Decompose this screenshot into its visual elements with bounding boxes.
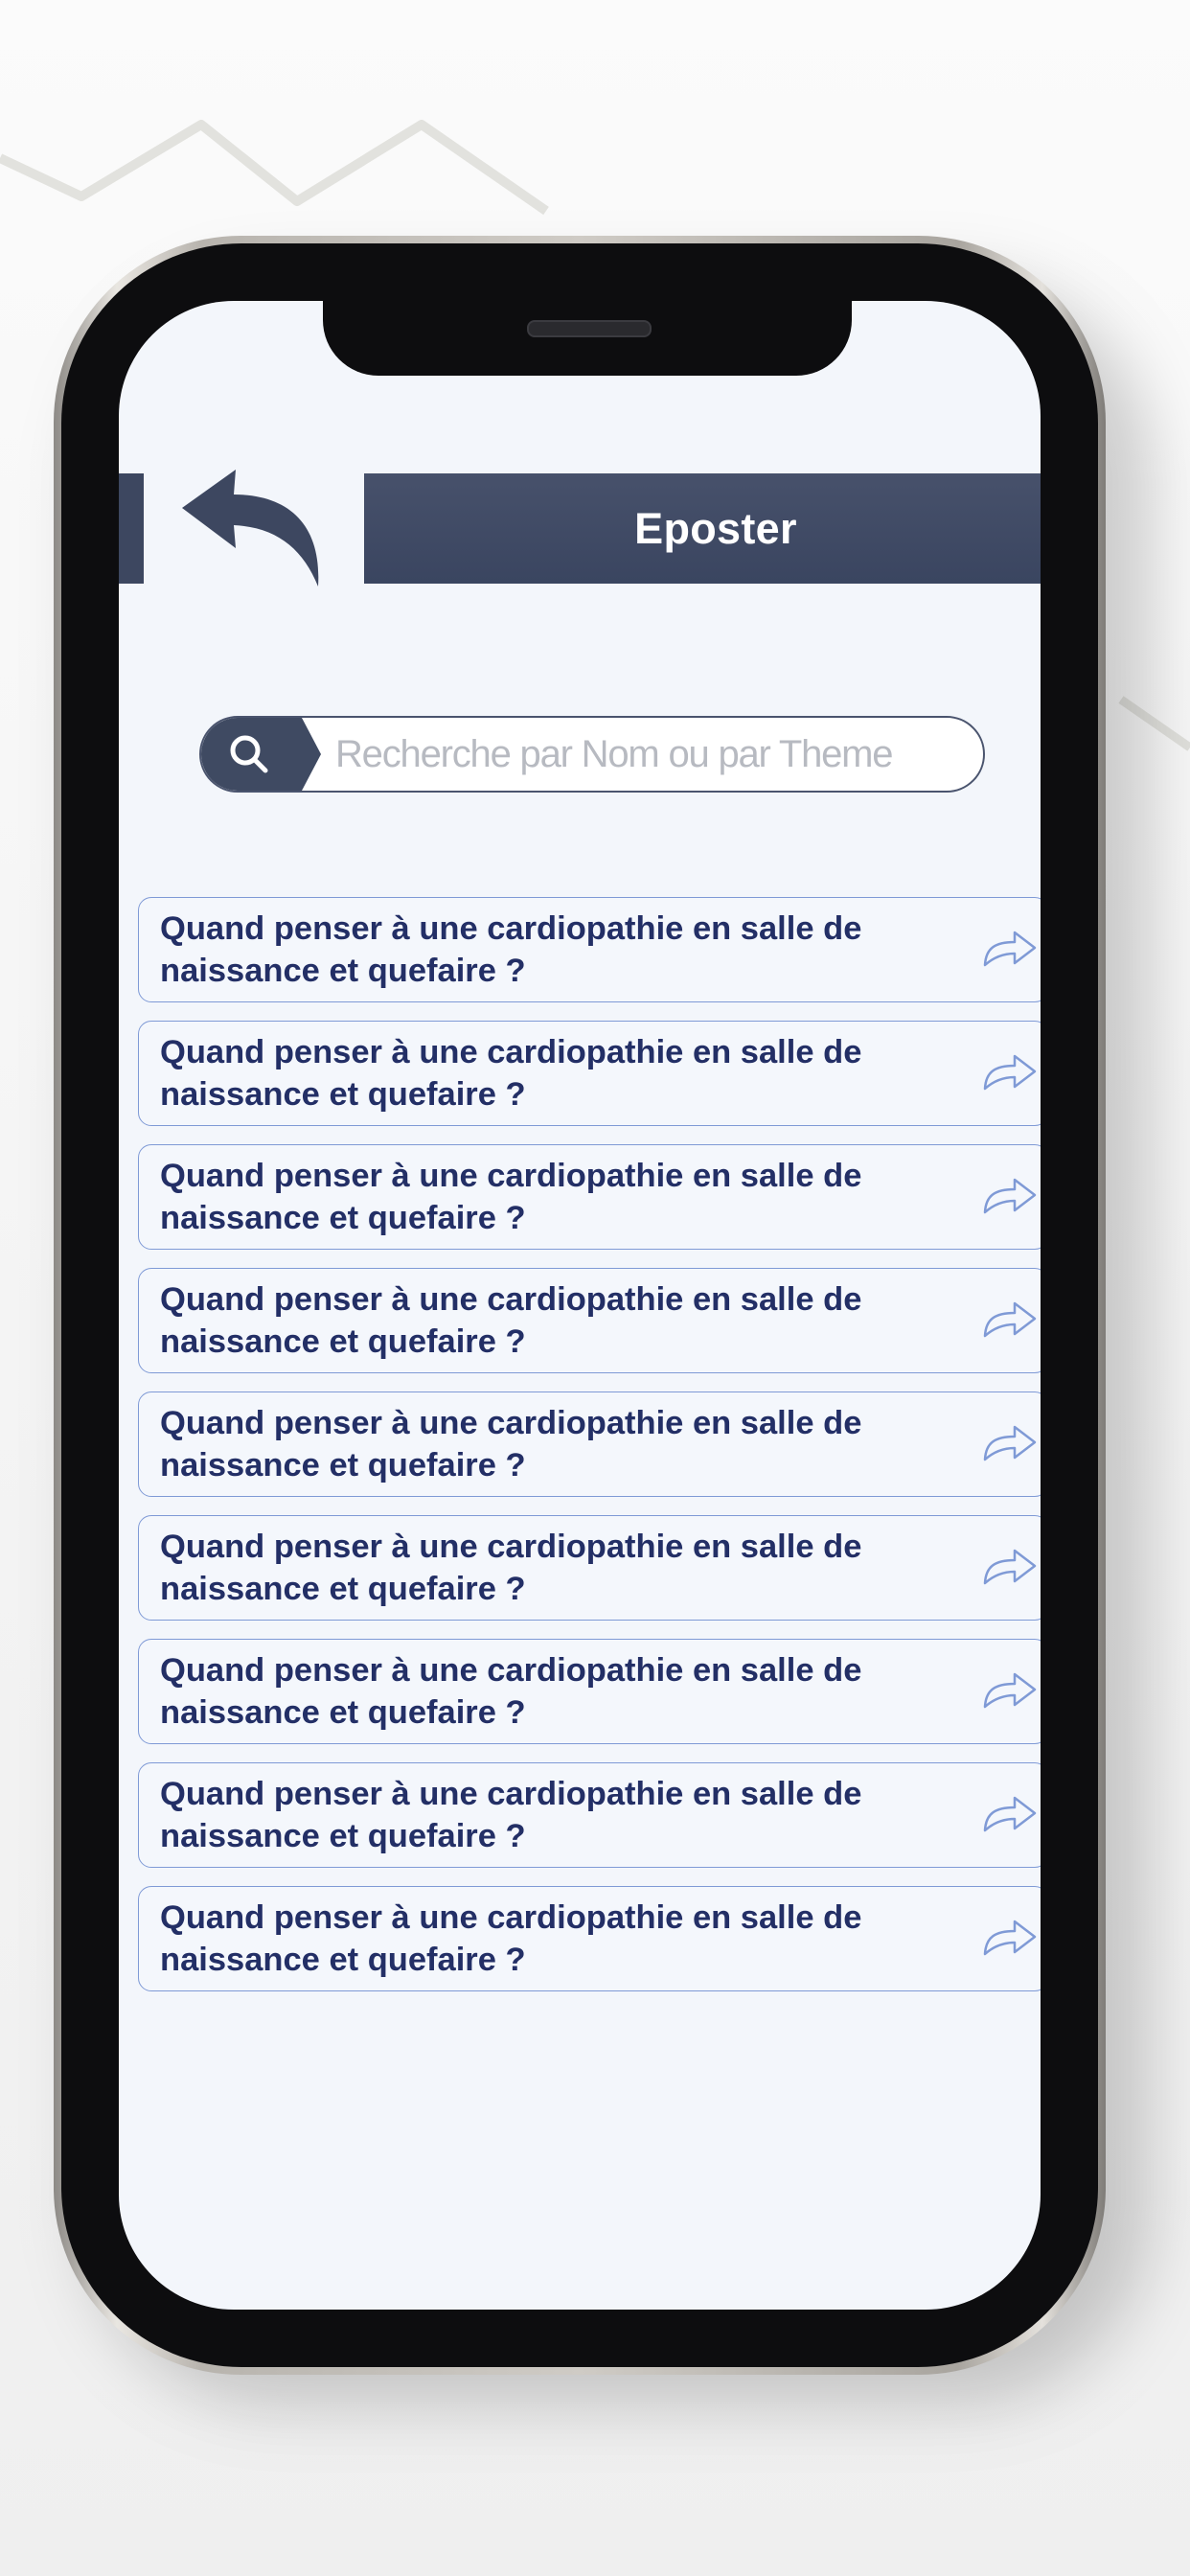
item-title: Quand penser à une cardiopathie en salle… bbox=[160, 1649, 946, 1734]
back-button[interactable] bbox=[176, 466, 330, 595]
item-title-line1: Quand penser à une cardiopathie en salle… bbox=[160, 1776, 862, 1812]
list-item[interactable]: Quand penser à une cardiopathie en salle… bbox=[138, 897, 1041, 1002]
item-title-line2: naissance et quefaire ? bbox=[160, 1942, 526, 1978]
item-title-line2: naissance et quefaire ? bbox=[160, 1571, 526, 1607]
header-left-strip bbox=[119, 473, 144, 584]
item-title-line2: naissance et quefaire ? bbox=[160, 1694, 526, 1731]
item-title-line1: Quand penser à une cardiopathie en salle… bbox=[160, 910, 862, 947]
phone-notch bbox=[323, 301, 852, 376]
item-title: Quand penser à une cardiopathie en salle… bbox=[160, 1155, 946, 1239]
list-item[interactable]: Quand penser à une cardiopathie en salle… bbox=[138, 1515, 1041, 1621]
item-title-line1: Quand penser à une cardiopathie en salle… bbox=[160, 1652, 862, 1689]
app-screen: Eposter Quand penser à une cardiopathie … bbox=[119, 301, 1041, 2310]
search-input[interactable] bbox=[335, 718, 968, 791]
item-title: Quand penser à une cardiopathie en salle… bbox=[160, 1278, 946, 1363]
search-bar[interactable] bbox=[199, 716, 985, 793]
list-item[interactable]: Quand penser à une cardiopathie en salle… bbox=[138, 1392, 1041, 1497]
item-title-line1: Quand penser à une cardiopathie en salle… bbox=[160, 1529, 862, 1565]
page-title: Eposter bbox=[634, 503, 797, 553]
share-arrow-icon[interactable] bbox=[980, 1421, 1040, 1469]
search-button[interactable] bbox=[201, 718, 321, 791]
list-item[interactable]: Quand penser à une cardiopathie en salle… bbox=[138, 1639, 1041, 1744]
item-title-line1: Quand penser à une cardiopathie en salle… bbox=[160, 1405, 862, 1441]
item-title-line2: naissance et quefaire ? bbox=[160, 1818, 526, 1854]
title-bar: Eposter bbox=[364, 473, 1041, 584]
item-title-line2: naissance et quefaire ? bbox=[160, 1323, 526, 1360]
search-icon bbox=[230, 735, 268, 773]
item-title-line2: naissance et quefaire ? bbox=[160, 1200, 526, 1236]
share-arrow-icon[interactable] bbox=[980, 1668, 1040, 1716]
share-arrow-icon[interactable] bbox=[980, 1545, 1040, 1593]
list-item[interactable]: Quand penser à une cardiopathie en salle… bbox=[138, 1268, 1041, 1373]
item-title-line1: Quand penser à une cardiopathie en salle… bbox=[160, 1281, 862, 1318]
share-arrow-icon[interactable] bbox=[980, 1916, 1040, 1964]
item-title-line1: Quand penser à une cardiopathie en salle… bbox=[160, 1899, 862, 1936]
item-title-line2: naissance et quefaire ? bbox=[160, 1076, 526, 1113]
item-title: Quand penser à une cardiopathie en salle… bbox=[160, 1897, 946, 1981]
list-item[interactable]: Quand penser à une cardiopathie en salle… bbox=[138, 1886, 1041, 1991]
share-arrow-icon[interactable] bbox=[980, 1050, 1040, 1098]
earpiece-speaker bbox=[527, 320, 652, 337]
item-title: Quand penser à une cardiopathie en salle… bbox=[160, 1773, 946, 1857]
item-title-line1: Quand penser à une cardiopathie en salle… bbox=[160, 1158, 862, 1194]
share-arrow-icon[interactable] bbox=[980, 1792, 1040, 1840]
item-title: Quand penser à une cardiopathie en salle… bbox=[160, 1526, 946, 1610]
item-title-line2: naissance et quefaire ? bbox=[160, 953, 526, 989]
back-arrow-icon bbox=[182, 470, 319, 586]
list-item[interactable]: Quand penser à une cardiopathie en salle… bbox=[138, 1762, 1041, 1868]
item-title-line1: Quand penser à une cardiopathie en salle… bbox=[160, 1034, 862, 1070]
share-arrow-icon[interactable] bbox=[980, 927, 1040, 975]
phone-frame: Eposter Quand penser à une cardiopathie … bbox=[54, 236, 1106, 2375]
share-arrow-icon[interactable] bbox=[980, 1298, 1040, 1346]
phone-bezel: Eposter Quand penser à une cardiopathie … bbox=[61, 243, 1098, 2367]
item-title: Quand penser à une cardiopathie en salle… bbox=[160, 1402, 946, 1486]
list-item[interactable]: Quand penser à une cardiopathie en salle… bbox=[138, 1021, 1041, 1126]
list-item[interactable]: Quand penser à une cardiopathie en salle… bbox=[138, 1144, 1041, 1250]
share-arrow-icon[interactable] bbox=[980, 1174, 1040, 1222]
item-title: Quand penser à une cardiopathie en salle… bbox=[160, 908, 946, 992]
item-title: Quand penser à une cardiopathie en salle… bbox=[160, 1031, 946, 1116]
item-title-line2: naissance et quefaire ? bbox=[160, 1447, 526, 1484]
